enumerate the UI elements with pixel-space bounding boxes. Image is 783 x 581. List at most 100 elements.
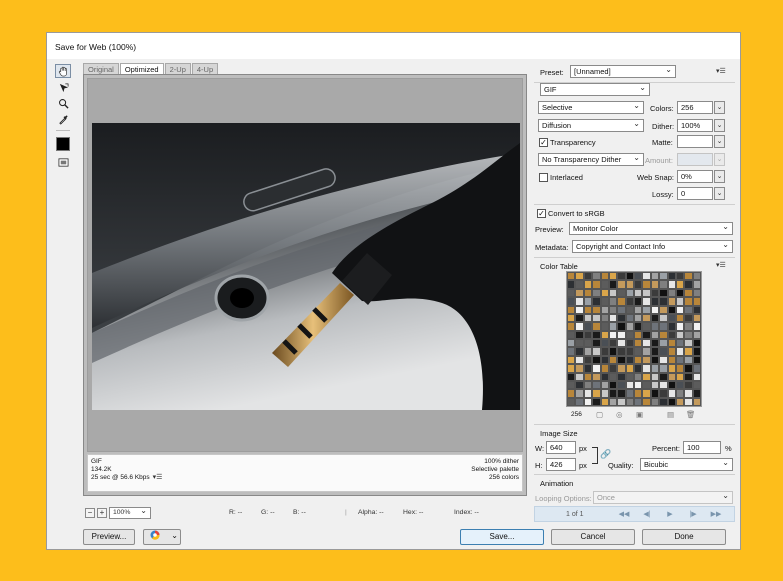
amount-input[interactable] <box>677 153 713 166</box>
color-swatch[interactable] <box>692 380 701 390</box>
color-swatch[interactable] <box>634 297 643 306</box>
color-swatch[interactable] <box>667 372 676 381</box>
color-swatch[interactable] <box>575 380 584 390</box>
color-swatch[interactable] <box>667 280 676 289</box>
color-swatch[interactable] <box>675 280 685 289</box>
web-snap-dropdown-chevron-icon[interactable]: ⌄ <box>714 170 725 183</box>
color-swatch[interactable] <box>608 347 618 356</box>
color-swatch[interactable] <box>575 372 584 381</box>
color-swatch[interactable] <box>642 272 651 281</box>
color-swatch[interactable] <box>592 305 601 314</box>
color-swatch[interactable] <box>642 322 651 331</box>
color-swatch[interactable] <box>617 380 626 390</box>
lossy-input[interactable]: 0 <box>677 187 713 200</box>
color-swatch[interactable] <box>608 305 618 314</box>
color-swatch[interactable] <box>617 313 626 323</box>
color-reduction-select[interactable]: Selective <box>538 101 644 114</box>
color-swatch[interactable] <box>675 297 685 306</box>
color-swatch[interactable] <box>567 288 576 298</box>
amount-dropdown-chevron-icon[interactable]: ⌄ <box>714 153 725 166</box>
color-swatch[interactable] <box>634 322 643 331</box>
color-swatch[interactable] <box>667 380 676 390</box>
color-swatch[interactable] <box>692 272 701 281</box>
delete-color-icon[interactable]: 🗑 <box>686 410 696 419</box>
color-swatch[interactable] <box>600 288 609 298</box>
color-swatch[interactable] <box>642 280 651 289</box>
color-swatch[interactable] <box>667 355 676 365</box>
constrain-proportions-link-icon[interactable]: 🔗 <box>600 449 611 460</box>
color-swatch[interactable] <box>659 380 668 390</box>
color-swatch[interactable] <box>583 330 593 339</box>
color-swatch[interactable] <box>650 330 660 339</box>
color-swatch[interactable] <box>675 380 685 390</box>
color-swatch[interactable] <box>684 322 693 331</box>
matte-dropdown-chevron-icon[interactable]: ⌄ <box>714 135 725 148</box>
color-swatch[interactable] <box>675 397 685 406</box>
color-swatch[interactable] <box>642 297 651 306</box>
color-swatch[interactable] <box>659 330 668 339</box>
color-swatch[interactable] <box>634 364 643 373</box>
color-swatch[interactable] <box>583 280 593 289</box>
color-swatch[interactable] <box>634 397 643 406</box>
color-swatch[interactable] <box>600 364 609 373</box>
color-swatch[interactable] <box>567 313 576 323</box>
color-swatch[interactable] <box>659 347 668 356</box>
color-swatch[interactable] <box>583 372 593 381</box>
zoom-out-button[interactable]: − <box>85 508 95 518</box>
color-swatch[interactable] <box>608 280 618 289</box>
color-swatch[interactable] <box>617 280 626 289</box>
color-swatch[interactable] <box>659 280 668 289</box>
color-swatch[interactable] <box>642 347 651 356</box>
color-swatch[interactable] <box>608 372 618 381</box>
title-bar[interactable]: Save for Web (100%) <box>47 33 740 59</box>
metadata-select[interactable]: Copyright and Contact Info <box>572 240 733 253</box>
preset-select[interactable]: [Unnamed] <box>570 65 676 78</box>
color-swatch[interactable] <box>684 330 693 339</box>
color-swatch[interactable] <box>675 372 685 381</box>
color-swatch[interactable] <box>650 288 660 298</box>
map-color-transparency-icon[interactable]: ▢ <box>596 410 603 419</box>
quality-select[interactable]: Bicubic <box>640 458 733 471</box>
color-swatch[interactable] <box>667 389 676 398</box>
web-shift-icon[interactable]: ◎ <box>616 410 623 419</box>
color-swatch[interactable] <box>575 313 584 323</box>
color-swatch[interactable] <box>692 364 701 373</box>
color-swatch[interactable] <box>567 397 576 406</box>
toggle-slices-visibility-tool[interactable] <box>55 155 71 169</box>
preview-canvas[interactable] <box>87 78 523 452</box>
color-swatch[interactable] <box>650 380 660 390</box>
color-swatch[interactable] <box>625 313 634 323</box>
color-swatch[interactable] <box>583 355 593 365</box>
width-input[interactable]: 640 <box>546 441 576 454</box>
download-speed-menu-icon[interactable]: ▾☰ <box>153 474 163 481</box>
color-swatch[interactable] <box>692 355 701 365</box>
color-swatch[interactable] <box>684 347 693 356</box>
color-swatch[interactable] <box>667 305 676 314</box>
color-swatch[interactable] <box>684 355 693 365</box>
color-swatch[interactable] <box>659 305 668 314</box>
zoom-in-button[interactable]: + <box>97 508 107 518</box>
color-swatch[interactable] <box>650 322 660 331</box>
color-swatch[interactable] <box>675 313 685 323</box>
color-swatch[interactable] <box>659 355 668 365</box>
color-swatch[interactable] <box>684 280 693 289</box>
lock-color-icon[interactable]: ▣ <box>636 410 643 419</box>
color-swatch[interactable] <box>634 272 643 281</box>
dither-dropdown-chevron-icon[interactable]: ⌄ <box>714 119 725 132</box>
color-swatch[interactable] <box>634 347 643 356</box>
transparency-checkbox[interactable]: ✓ <box>539 138 548 147</box>
color-swatch[interactable] <box>592 347 601 356</box>
eyedropper-tool[interactable] <box>55 112 71 126</box>
color-swatch[interactable] <box>617 389 626 398</box>
color-swatch[interactable] <box>600 280 609 289</box>
color-swatch[interactable] <box>625 389 634 398</box>
color-swatch[interactable] <box>600 297 609 306</box>
color-swatch[interactable] <box>608 288 618 298</box>
color-swatch[interactable] <box>583 322 593 331</box>
color-swatch[interactable] <box>600 389 609 398</box>
color-swatch[interactable] <box>634 288 643 298</box>
color-swatch[interactable] <box>575 322 584 331</box>
color-swatch[interactable] <box>592 380 601 390</box>
color-swatch[interactable] <box>575 330 584 339</box>
color-swatch[interactable] <box>667 339 676 348</box>
